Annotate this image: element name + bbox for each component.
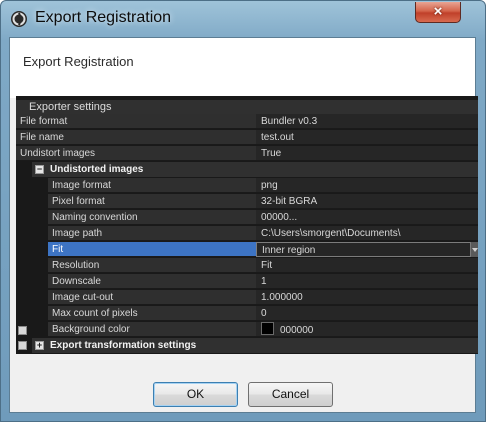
- property-label: Resolution: [48, 258, 256, 273]
- background-color-text: 000000: [280, 325, 314, 336]
- property-label: Fit: [48, 242, 256, 257]
- group-title-exporter-settings: Exporter settings: [16, 100, 478, 114]
- close-icon: ×: [433, 3, 443, 20]
- property-row-undistort-images[interactable]: Undistort images True: [16, 146, 478, 162]
- property-label: Pixel format: [48, 194, 256, 209]
- background-color-value[interactable]: 000000: [256, 322, 478, 337]
- property-label: Image format: [48, 178, 256, 193]
- property-row-fit[interactable]: Fit Inner region: [16, 242, 478, 258]
- property-row-downscale[interactable]: Downscale 1: [16, 274, 478, 290]
- property-value[interactable]: 1: [256, 274, 478, 289]
- property-row-naming-convention[interactable]: Naming convention 00000...: [16, 210, 478, 226]
- app-logo-icon: [11, 11, 27, 27]
- property-label: Image cut-out: [48, 290, 256, 305]
- property-label: Background color: [48, 322, 256, 337]
- chevron-down-icon[interactable]: [470, 242, 478, 257]
- expand-icon[interactable]: +: [35, 341, 44, 350]
- property-row-file-name[interactable]: File name test.out: [16, 130, 478, 146]
- color-swatch[interactable]: [261, 322, 274, 335]
- collapse-icon[interactable]: −: [35, 165, 44, 174]
- export-registration-window: Export Registration × Export Registratio…: [0, 0, 486, 422]
- fit-dropdown[interactable]: Inner region: [256, 242, 478, 257]
- property-value[interactable]: Bundler v0.3: [256, 114, 478, 129]
- property-row-image-path[interactable]: Image path C:\Users\smorgent\Documents\: [16, 226, 478, 242]
- dialog-heading: Export Registration: [23, 54, 134, 69]
- property-label: Naming convention: [48, 210, 256, 225]
- property-row-pixel-format[interactable]: Pixel format 32-bit BGRA: [16, 194, 478, 210]
- property-value[interactable]: Fit: [256, 258, 478, 273]
- property-label: Max count of pixels: [48, 306, 256, 321]
- scroll-down-icon[interactable]: [18, 341, 27, 350]
- property-row-image-cut-out[interactable]: Image cut-out 1.000000: [16, 290, 478, 306]
- property-label: File format: [16, 114, 256, 129]
- property-value[interactable]: 32-bit BGRA: [256, 194, 478, 209]
- section-export-transformation-settings[interactable]: + Export transformation settings: [16, 338, 478, 354]
- ok-button[interactable]: OK: [153, 382, 238, 407]
- close-button[interactable]: ×: [415, 2, 461, 23]
- property-row-file-format[interactable]: File format Bundler v0.3: [16, 114, 478, 130]
- property-row-image-format[interactable]: Image format png: [16, 178, 478, 194]
- section-label: Export transformation settings: [50, 340, 197, 351]
- property-value[interactable]: 1.000000: [256, 290, 478, 305]
- property-row-resolution[interactable]: Resolution Fit: [16, 258, 478, 274]
- property-label: Undistort images: [16, 146, 256, 161]
- title-bar[interactable]: Export Registration ×: [1, 1, 485, 37]
- property-grid: Exporter settings File format Bundler v0…: [16, 96, 478, 354]
- property-value[interactable]: 00000...: [256, 210, 478, 225]
- property-value[interactable]: 0: [256, 306, 478, 321]
- window-title: Export Registration: [35, 9, 172, 26]
- header-panel: Export Registration: [10, 38, 475, 98]
- property-row-background-color[interactable]: Background color 000000: [16, 322, 478, 338]
- scroll-up-icon[interactable]: [18, 326, 27, 335]
- cancel-button[interactable]: Cancel: [248, 382, 333, 407]
- property-label: Image path: [48, 226, 256, 241]
- property-value[interactable]: png: [256, 178, 478, 193]
- section-label: Undistorted images: [50, 164, 144, 175]
- property-value[interactable]: True: [256, 146, 478, 161]
- property-label: File name: [16, 130, 256, 145]
- property-label: Downscale: [48, 274, 256, 289]
- property-value[interactable]: test.out: [256, 130, 478, 145]
- property-value[interactable]: C:\Users\smorgent\Documents\: [256, 226, 478, 241]
- dialog-client-area: Export Registration Exporter settings Fi…: [9, 37, 478, 413]
- property-row-max-count-of-pixels[interactable]: Max count of pixels 0: [16, 306, 478, 322]
- section-undistorted-images[interactable]: − Undistorted images: [16, 162, 478, 178]
